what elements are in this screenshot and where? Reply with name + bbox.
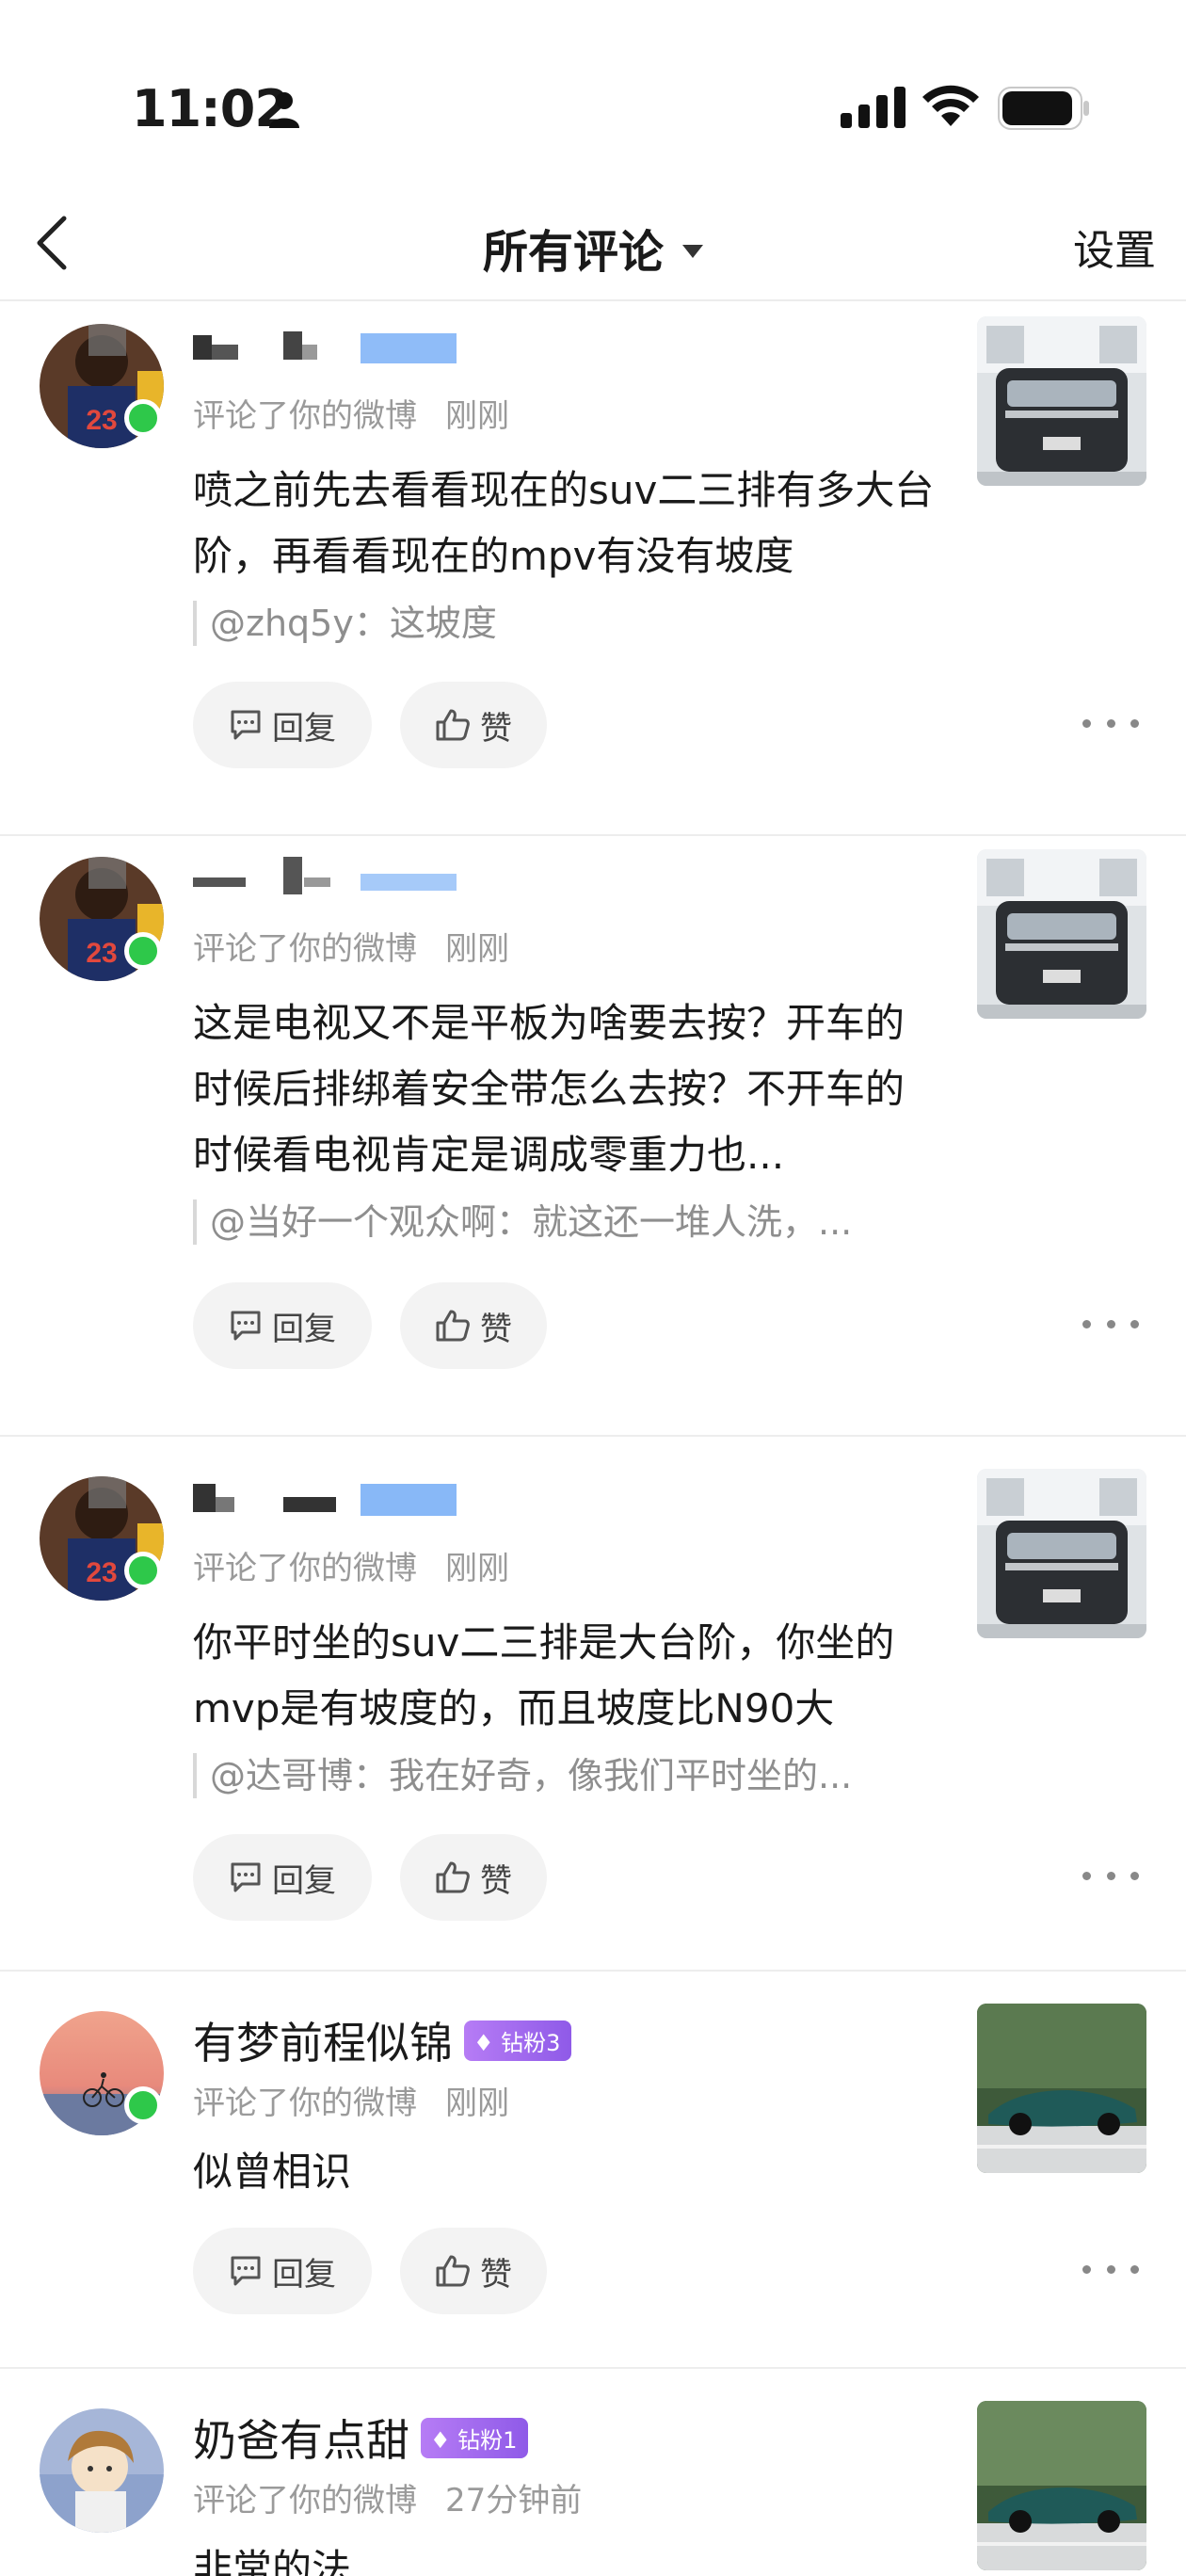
post-thumbnail[interactable] (977, 2004, 1146, 2173)
username-redacted (193, 857, 457, 894)
comment-icon (231, 710, 261, 740)
signal-icon (841, 87, 906, 128)
like-label: 赞 (480, 1861, 512, 1900)
diamond-icon: ♦ (473, 2030, 494, 2056)
diamond-icon: ♦ (430, 2427, 451, 2454)
thumbs-up-icon (436, 1861, 470, 1893)
like-button[interactable]: 赞 (400, 682, 547, 768)
username-redacted (193, 1484, 457, 1516)
svg-text:23: 23 (86, 938, 117, 969)
reply-button[interactable]: 回复 (193, 1834, 372, 1921)
post-thumbnail[interactable] (977, 1469, 1146, 1638)
like-label: 赞 (480, 1310, 512, 1348)
online-status-dot (124, 932, 162, 970)
meta-time: 刚刚 (445, 1550, 509, 1587)
comment-meta: 评论了你的微博 刚刚 (193, 923, 509, 969)
quoted-comment[interactable]: @zhq5y：这坡度 (193, 601, 908, 646)
comment-icon (231, 1311, 261, 1341)
badge-label: 钻粉3 (501, 2030, 561, 2056)
thumbs-up-icon (436, 709, 470, 741)
quoted-comment[interactable]: @达哥博：我在好奇，像我们平时坐的... (193, 1753, 908, 1798)
online-status-dot (124, 399, 162, 437)
post-thumbnail[interactable] (977, 849, 1146, 1019)
like-button[interactable]: 赞 (400, 1834, 547, 1921)
more-options-button[interactable] (1082, 1305, 1139, 1343)
quoted-comment[interactable]: @当好一个观众啊：就这还一堆人洗，... (193, 1199, 908, 1245)
comment-text: 似曾相识 (193, 2149, 352, 2195)
meta-source: 评论了你的微博 (193, 2085, 417, 2122)
comment-text: 这是电视又不是平板为啥要去按？开车的时候后排绑着安全带怎么去按？不开车的时候看电… (193, 1000, 906, 1178)
reply-label: 回复 (272, 2255, 336, 2294)
meta-time: 刚刚 (445, 397, 509, 435)
username[interactable]: 有梦前程似锦 ♦ 钻粉3 (193, 2009, 572, 2071)
nav-bar: 所有评论 设置 (0, 188, 1186, 301)
comment-item: 23 评论了你的微博 刚刚 这是电视又不是平板为啥要去按？开车的时候后排绑着安全带… (0, 836, 1186, 1437)
comment-text: 非常的法 (193, 2546, 352, 2576)
username-redacted (193, 331, 457, 363)
meta-time: 刚刚 (445, 930, 509, 968)
reply-button[interactable]: 回复 (193, 2228, 372, 2314)
comment-list: 23 评论了你的微博 刚刚 喷之前先去看看现在的suv二三排有多大台阶，再看看现在… (0, 303, 1186, 2576)
filter-dropdown[interactable]: 所有评论 (0, 215, 1186, 281)
meta-source: 评论了你的微博 (193, 930, 417, 968)
thumbs-up-icon (436, 2255, 470, 2287)
comment-item: 23 评论了你的微博 刚刚 喷之前先去看看现在的suv二三排有多大台阶，再看看现在… (0, 303, 1186, 836)
comment-text: 你平时坐的suv二三排是大台阶，你坐的mvp是有坡度的，而且坡度比N90大 (193, 1619, 895, 1731)
comment-item: 奶爸有点甜 ♦ 钻粉1 评论了你的微博 27分钟前 非常的法 (0, 2369, 1186, 2576)
badge-label: 钻粉1 (457, 2427, 518, 2454)
reply-button[interactable]: 回复 (193, 1282, 372, 1369)
comment-icon (231, 1862, 261, 1892)
like-label: 赞 (480, 709, 512, 748)
comment-meta: 评论了你的微博 27分钟前 (193, 2474, 582, 2520)
fan-badge: ♦ 钻粉3 (464, 2021, 572, 2061)
comment-item: 有梦前程似锦 ♦ 钻粉3 评论了你的微博 刚刚 似曾相识 回复 赞 (0, 1972, 1186, 2369)
fan-badge: ♦ 钻粉1 (421, 2418, 529, 2458)
person-icon (269, 92, 299, 128)
reply-label: 回复 (272, 1310, 336, 1348)
status-bar: 11:02 (0, 0, 1186, 188)
comment-meta: 评论了你的微博 刚刚 (193, 2077, 509, 2123)
reply-button[interactable]: 回复 (193, 682, 372, 768)
username[interactable]: 奶爸有点甜 ♦ 钻粉1 (193, 2407, 529, 2469)
reply-label: 回复 (272, 1861, 336, 1900)
comment-text: 喷之前先去看看现在的suv二三排有多大台阶，再看看现在的mpv有没有坡度 (193, 467, 935, 579)
comment-item: 23 评论了你的微博 刚刚 你平时坐的suv二三排是大台阶，你坐的mvp是有坡度的… (0, 1437, 1186, 1972)
page-title: 所有评论 (482, 226, 664, 279)
comment-icon (231, 2256, 261, 2286)
wifi-icon (922, 85, 979, 126)
like-button[interactable]: 赞 (400, 1282, 547, 1369)
username-text: 有梦前程似锦 (193, 2018, 453, 2069)
comment-meta: 评论了你的微博 刚刚 (193, 1542, 509, 1588)
battery-icon (998, 87, 1089, 130)
svg-text:23: 23 (86, 1557, 117, 1588)
thumbs-up-icon (436, 1310, 470, 1342)
chevron-down-icon (682, 245, 703, 258)
more-options-button[interactable] (1082, 1857, 1139, 1894)
like-button[interactable]: 赞 (400, 2228, 547, 2314)
meta-source: 评论了你的微博 (193, 2482, 417, 2520)
more-options-button[interactable] (1082, 2250, 1139, 2288)
post-thumbnail[interactable] (977, 316, 1146, 486)
comment-meta: 评论了你的微博 刚刚 (193, 390, 509, 436)
status-time: 11:02 (132, 79, 290, 138)
online-status-dot (124, 1552, 162, 1589)
post-thumbnail[interactable] (977, 2401, 1146, 2570)
more-options-button[interactable] (1082, 704, 1139, 742)
svg-text:23: 23 (86, 405, 117, 436)
username-text: 奶爸有点甜 (193, 2415, 409, 2466)
avatar[interactable] (40, 2408, 164, 2533)
meta-source: 评论了你的微博 (193, 1550, 417, 1587)
like-label: 赞 (480, 2255, 512, 2294)
settings-button[interactable]: 设置 (1073, 217, 1156, 277)
online-status-dot (124, 2086, 162, 2124)
meta-time: 刚刚 (445, 2085, 509, 2122)
meta-time: 27分钟前 (445, 2482, 583, 2520)
meta-source: 评论了你的微博 (193, 397, 417, 435)
reply-label: 回复 (272, 709, 336, 748)
